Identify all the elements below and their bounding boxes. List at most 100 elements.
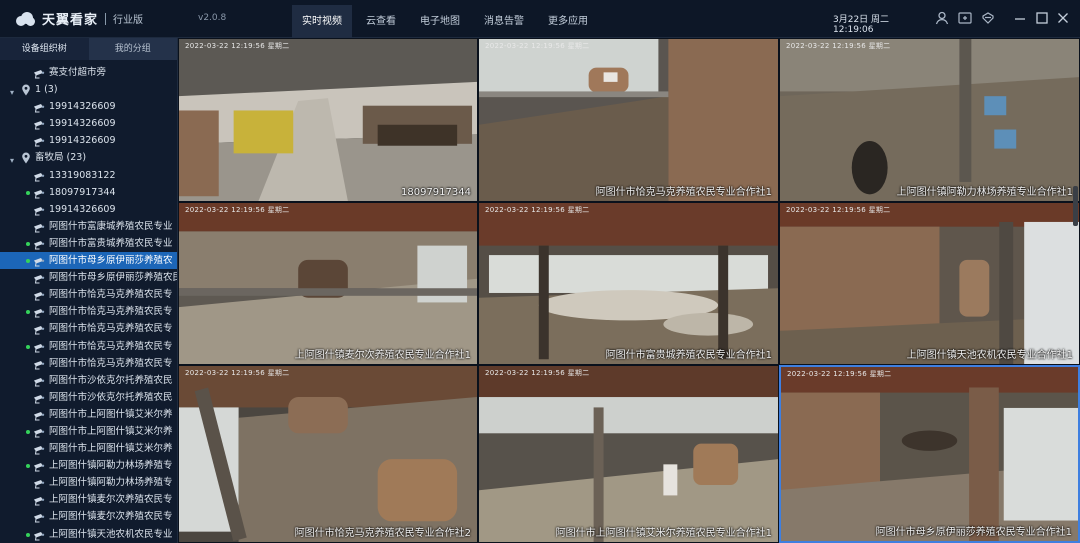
tree-device-label: 阿图什市富康城养殖农民专业: [49, 220, 173, 232]
camera-icon: [33, 68, 45, 79]
tree-device-item[interactable]: 19914326609: [0, 132, 177, 149]
tree-device-item[interactable]: 19914326609: [0, 201, 177, 218]
tree-group-label: 畜牧局 (23): [35, 152, 87, 164]
tree-device-item[interactable]: 上阿图什镇阿勒力林场养殖专: [0, 474, 177, 491]
online-status-dot: [26, 259, 30, 264]
camera-view[interactable]: 2022-03-22 12:19:56 星期二 阿图什市恰克马克养殖农民专业合作社…: [178, 365, 478, 543]
camera-icon: [33, 307, 45, 318]
tree-device-item[interactable]: 阿图什市母乡原伊丽莎养殖农: [0, 252, 177, 270]
tree-device-item[interactable]: 阿图什市恰克马克养殖农民专: [0, 320, 177, 337]
tree-device-label: 阿图什市恰克马克养殖农民专: [49, 340, 173, 352]
tree-device-label: 阿图什市富贵城养殖农民专业: [49, 237, 173, 249]
camera-view[interactable]: 2022-03-22 12:19:56 星期二 阿图什市富贵城养殖农民专业合作社1: [478, 202, 779, 365]
tree-group[interactable]: ▾ 1 (3): [0, 81, 177, 98]
camera-view[interactable]: 2022-03-22 12:19:56 星期二 上阿图什镇阿勒力林场养殖专业合作社…: [779, 38, 1080, 202]
camera-view[interactable]: 2022-03-22 12:19:56 星期二 18097917344: [178, 38, 478, 202]
camera-view[interactable]: 2022-03-22 12:19:56 星期二阿图什市恰克马克养殖农民专业合作社…: [478, 38, 779, 202]
tree-device-item[interactable]: 赛支付超市旁: [0, 64, 177, 81]
tree-device-item[interactable]: 19914326609: [0, 115, 177, 132]
maximize-icon[interactable]: [1034, 10, 1050, 26]
tab-alerts[interactable]: 消息告警: [474, 5, 534, 38]
camera-timestamp: 2022-03-22 12:19:56 星期二: [485, 42, 590, 50]
tree-device-item[interactable]: 阿图什市恰克马克养殖农民专: [0, 286, 177, 303]
tree-device-item[interactable]: 阿图什市富贵城养殖农民专业: [0, 235, 177, 252]
camera-icon: [33, 324, 45, 335]
tree-device-item[interactable]: 13319083122: [0, 167, 177, 184]
tree-device-label: 19914326609: [49, 203, 116, 215]
tree-device-item[interactable]: 19914326609: [0, 98, 177, 115]
camera-view[interactable]: 2022-03-22 12:19:56 星期二 上阿图什镇麦尔次养殖农民专业合作社…: [178, 202, 478, 365]
video-frame: [479, 366, 778, 542]
tab-my-groups[interactable]: 我的分组: [88, 38, 177, 60]
video-frame: [479, 39, 778, 201]
tab-device-tree[interactable]: 设备组织树: [0, 38, 89, 60]
tree-device-item[interactable]: 上阿图什镇麦尔次养殖农民专: [0, 508, 177, 525]
camera-icon: [33, 530, 45, 541]
camera-caption: 阿图什市恰克马克养殖农民专业合作社1: [595, 187, 772, 198]
camera-caption: 阿图什市恰克马克养殖农民专业合作社2: [294, 528, 471, 539]
tree-device-label: 赛支付超市旁: [49, 67, 107, 78]
grid-scrollbar[interactable]: [1073, 186, 1078, 226]
camera-timestamp: 2022-03-22 12:19:56 星期二: [786, 206, 891, 214]
tree-device-label: 上阿图什镇麦尔次养殖农民专: [49, 511, 173, 523]
camera-caption: 阿图什市上阿图什镇艾米尔养殖农民专业合作社1: [555, 528, 772, 539]
tab-live-video[interactable]: 实时视频: [292, 5, 352, 38]
video-frame: [780, 203, 1079, 364]
tree-device-label: 阿图什市恰克马克养殖农民专: [49, 357, 173, 369]
tree-device-item[interactable]: 阿图什市上阿图什镇艾米尔养: [0, 406, 177, 423]
online-status-dot: [26, 241, 30, 246]
camera-icon: [33, 102, 45, 113]
tree-device-label: 19914326609: [49, 135, 116, 147]
header-tools: [934, 10, 1003, 26]
tab-cloud-view[interactable]: 云查看: [356, 5, 406, 38]
tree-device-item[interactable]: 阿图什市恰克马克养殖农民专: [0, 355, 177, 372]
alert-icon[interactable]: [980, 10, 996, 26]
tree-device-item[interactable]: 阿图什市上阿图什镇艾米尔养: [0, 440, 177, 457]
camera-caption: 上阿图什镇天池农机农民专业合作社1: [906, 350, 1073, 361]
sidebar-tabs: 设备组织树 我的分组: [0, 38, 177, 60]
camera-caption: 阿图什市母乡原伊丽莎养殖农民专业合作社1: [875, 527, 1072, 538]
camera-view[interactable]: 2022-03-22 12:19:56 星期二上阿图什镇天池农机农民专业合作社1: [779, 202, 1080, 365]
tree-device-item[interactable]: 上阿图什镇麦尔次养殖农民专: [0, 491, 177, 508]
tree-device-label: 19914326609: [49, 118, 116, 130]
camera-icon: [33, 461, 45, 472]
tree-group[interactable]: ▾ 畜牧局 (23): [0, 149, 177, 166]
tree-device-item[interactable]: 上阿图什镇阿勒力林场养殖专: [0, 457, 177, 474]
tree-device-label: 上阿图什镇阿勒力林场养殖专: [49, 477, 173, 489]
camera-view[interactable]: 2022-03-22 12:19:56 星期二阿图什市母乡原伊丽莎养殖农民专业合…: [779, 365, 1080, 543]
tree-device-item[interactable]: 阿图什市沙依克尔托养殖农民: [0, 372, 177, 389]
app-version: v2.0.8: [198, 13, 227, 23]
tree-device-item[interactable]: 18097917344: [0, 184, 177, 201]
camera-timestamp: 2022-03-22 12:19:56 星期二: [787, 370, 892, 378]
tree-device-item[interactable]: 阿图什市恰克马克养殖农民专: [0, 338, 177, 355]
minimize-icon[interactable]: [1012, 10, 1028, 26]
tree-device-item[interactable]: 上阿图什镇天池农机农民专业: [0, 526, 177, 543]
tree-device-label: 阿图什市沙依克尔托养殖农民: [49, 391, 173, 403]
user-icon[interactable]: [934, 10, 950, 26]
device-tree: 赛支付超市旁 ▾ 1 (3) 19914326609 19914326609 199143…: [0, 60, 177, 543]
tab-more-apps[interactable]: 更多应用: [538, 5, 598, 38]
tree-device-item[interactable]: 阿图什市上阿图什镇艾米尔养: [0, 423, 177, 440]
tab-e-map[interactable]: 电子地图: [410, 5, 470, 38]
screenshot-icon[interactable]: [957, 10, 973, 26]
camera-caption: 上阿图什镇麦尔次养殖农民专业合作社1: [294, 350, 471, 361]
video-frame: [781, 367, 1078, 541]
online-status-dot: [26, 344, 30, 349]
camera-timestamp: 2022-03-22 12:19:56 星期二: [786, 42, 891, 50]
video-frame: [179, 366, 477, 542]
camera-icon: [33, 495, 45, 506]
tree-device-item[interactable]: 阿图什市恰克马克养殖农民专: [0, 303, 177, 320]
location-pin-icon: [21, 84, 31, 96]
tree-device-label: 阿图什市母乡原伊丽莎养殖农民: [49, 272, 178, 284]
camera-icon: [33, 342, 45, 352]
tree-device-item[interactable]: 阿图什市富康城养殖农民专业: [0, 218, 177, 235]
tree-device-item[interactable]: 阿图什市母乡原伊丽莎养殖农民: [0, 269, 177, 286]
location-pin-icon: [21, 152, 31, 164]
close-icon[interactable]: [1055, 10, 1071, 26]
camera-icon: [33, 239, 45, 250]
camera-view[interactable]: 2022-03-22 12:19:56 星期二 阿图什市上阿图什镇艾米尔养殖农民专…: [478, 365, 779, 543]
tree-device-label: 上阿图什镇阿勒力林场养殖专: [49, 460, 173, 472]
camera-icon: [33, 256, 45, 267]
tree-device-item[interactable]: 阿图什市沙依克尔托养殖农民: [0, 389, 177, 406]
tree-device-label: 阿图什市恰克马克养殖农民专: [49, 323, 173, 335]
